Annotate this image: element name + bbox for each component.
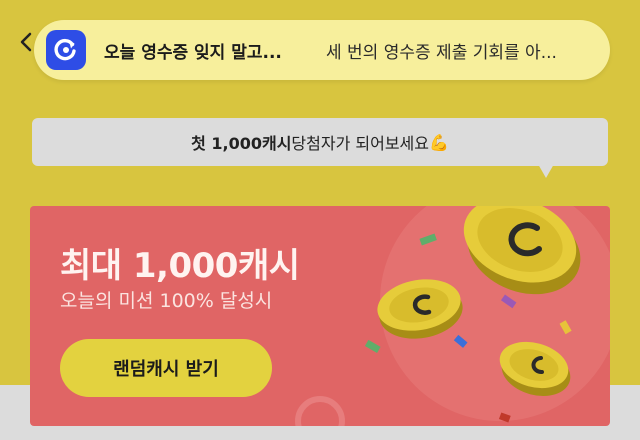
tooltip-highlight: 첫 1,000캐시 [191, 134, 292, 153]
card-subtitle: 오늘의 미션 100% 달성시 [60, 290, 273, 312]
notification-body: 세 번의 영수증 제출 기회를 아... [326, 43, 557, 63]
notification-title: 오늘 영수증 잊지 말고... [104, 43, 282, 63]
refresh-cash-icon [46, 30, 86, 70]
card-title: 최대 1,000캐시 [60, 246, 300, 286]
tooltip-bubble: 첫 1,000캐시 당첨자가 되어보세요 💪 [32, 118, 608, 166]
reward-card: 최대 1,000캐시 오늘의 미션 100% 달성시 랜덤캐시 받기 [30, 206, 610, 426]
push-notification[interactable]: 오늘 영수증 잊지 말고... 세 번의 영수증 제출 기회를 아... [34, 20, 610, 80]
tooltip-tail [538, 164, 554, 178]
flexed-biceps-icon: 💪 [429, 132, 449, 152]
random-cash-button[interactable]: 랜덤캐시 받기 [60, 339, 272, 397]
tooltip-text: 당첨자가 되어보세요 [291, 134, 429, 153]
